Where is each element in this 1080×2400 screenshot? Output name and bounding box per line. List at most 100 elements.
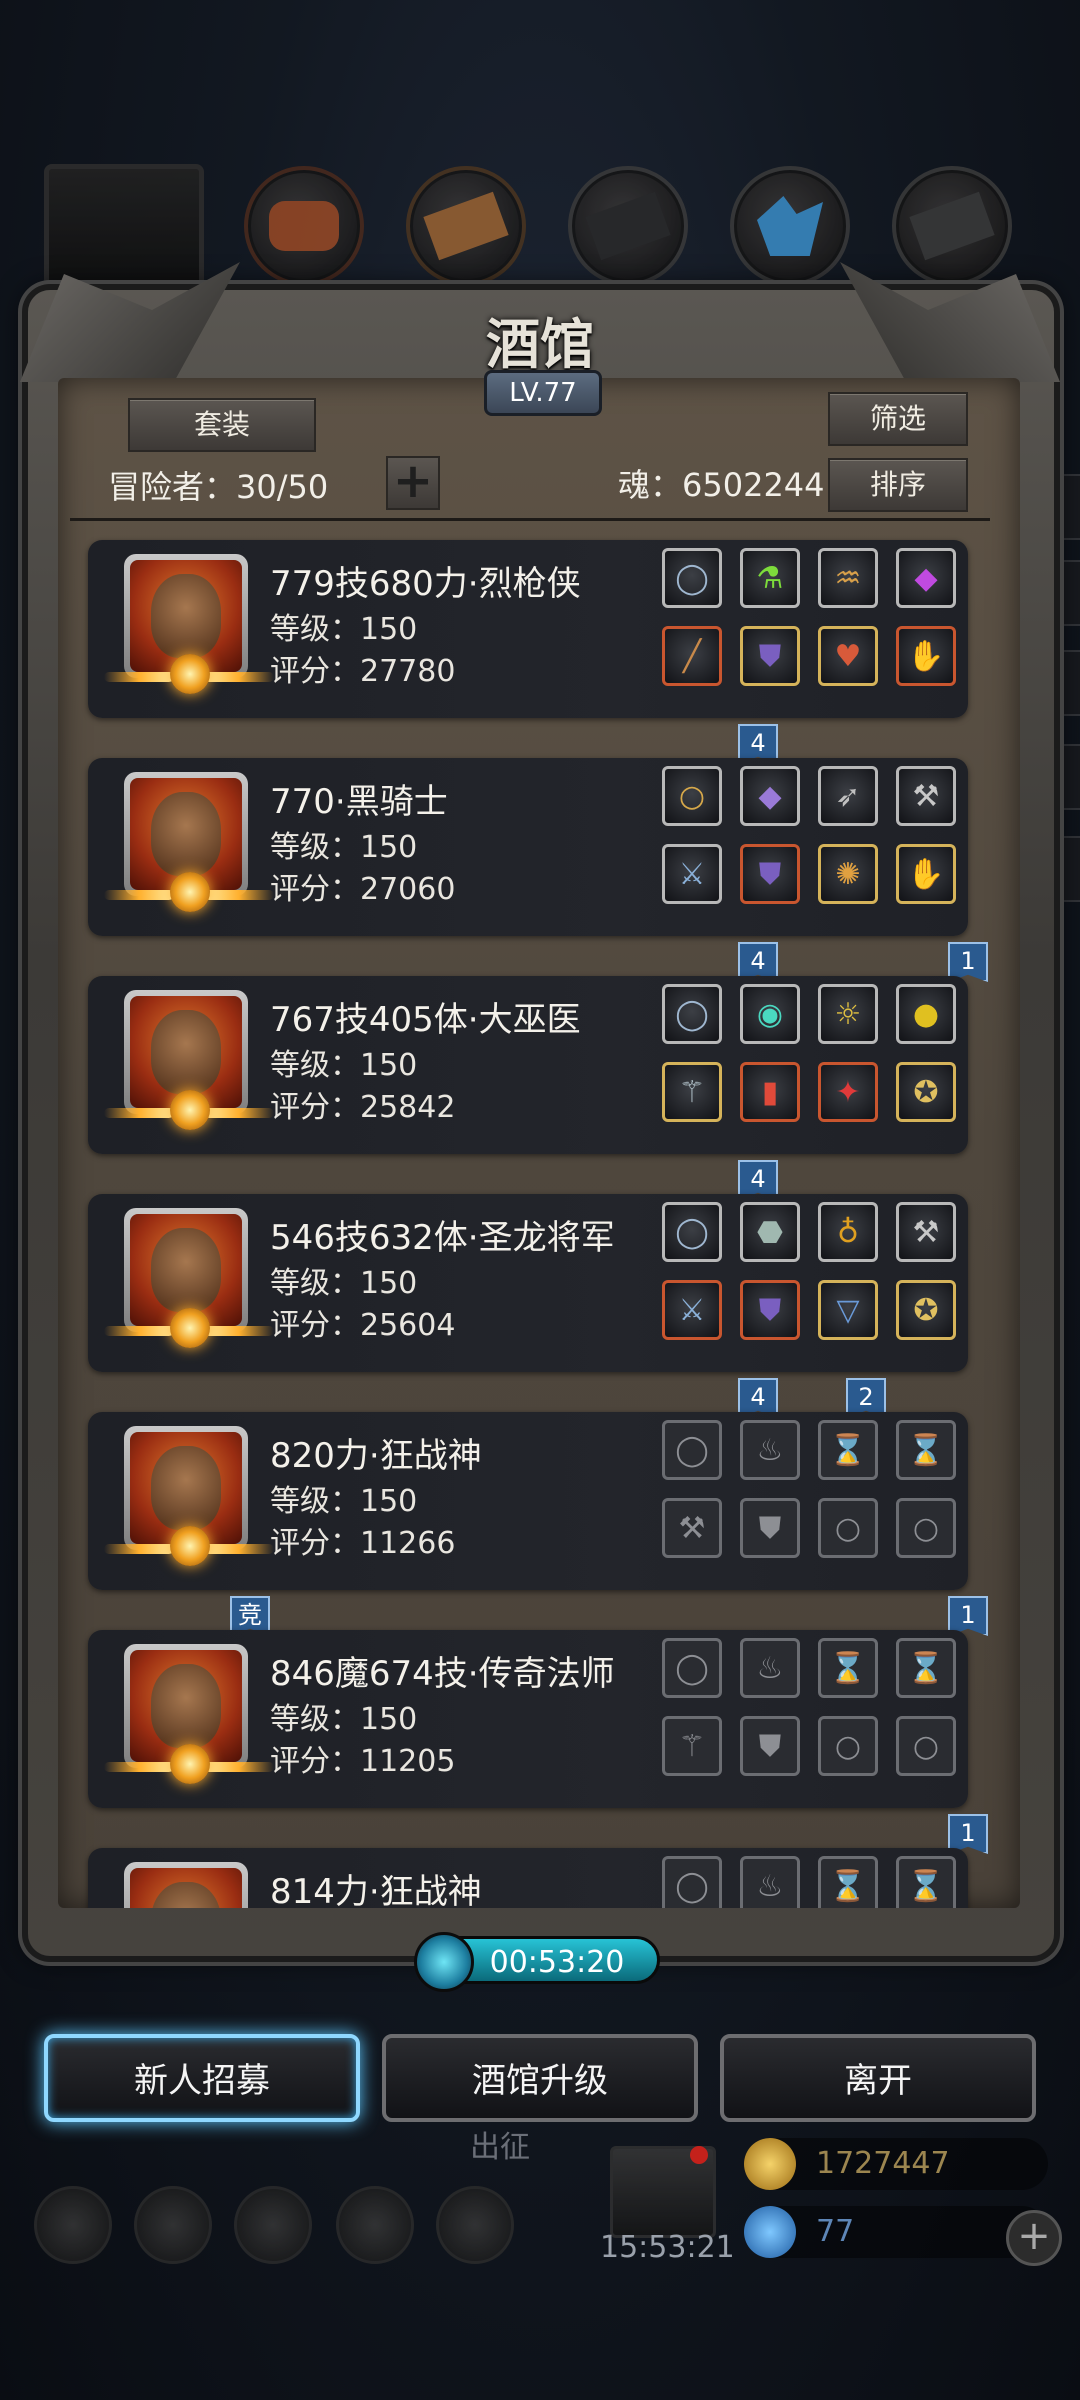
necklace-icon[interactable]: ◯ <box>662 1420 722 1480</box>
hero-card[interactable]: 770·黑骑士 等级：150 评分：27060 ○ ◆ ➶ ⚒ ⚔ ⛊ ✺ ✋ <box>88 758 968 936</box>
necklace-icon[interactable]: ◯ <box>662 984 722 1044</box>
hourglass-icon[interactable]: ⌛ <box>896 1420 956 1480</box>
armor-icon[interactable]: ⛊ <box>740 626 800 686</box>
steel-resource-icon <box>892 166 1012 286</box>
lantern-icon[interactable]: ☼ <box>818 984 878 1044</box>
armor-icon[interactable]: ⛊ <box>740 1498 800 1558</box>
hero-score: 评分：11205 <box>270 1744 456 1779</box>
hero-list[interactable]: 779技680力·烈枪侠 等级：150 评分：27780 ◯ ⚗ ♒ ◆ ╱ ⛊ ♥ ✋ 4 770·黑… <box>58 530 1020 1908</box>
ring-icon[interactable]: ○ <box>818 1498 878 1558</box>
settings-icon[interactable] <box>34 2186 112 2264</box>
hourglass-icon[interactable]: ⌛ <box>896 1638 956 1698</box>
crystal-icon[interactable]: ◆ <box>740 766 800 826</box>
flame-icon[interactable]: ♨ <box>740 1638 800 1698</box>
bell-icon[interactable]: ♁ <box>818 1202 878 1262</box>
staff-icon[interactable]: ⚚ <box>662 1062 722 1122</box>
hero-card[interactable]: 779技680力·烈枪侠 等级：150 评分：27780 ◯ ⚗ ♒ ◆ ╱ ⛊ ♥ ✋ <box>88 540 968 718</box>
hourglass-icon[interactable]: ⌛ <box>818 1856 878 1908</box>
robe-icon[interactable]: ▮ <box>740 1062 800 1122</box>
hourglass-icon[interactable]: ⌛ <box>896 1856 956 1908</box>
gauntlet-icon[interactable]: ✋ <box>896 844 956 904</box>
gauntlet-icon[interactable]: ✋ <box>896 626 956 686</box>
gem-icon[interactable]: ◆ <box>896 548 956 608</box>
potion-icon[interactable]: ⚗ <box>740 548 800 608</box>
add-gems-icon[interactable]: + <box>1006 2210 1062 2266</box>
ring-icon[interactable]: ○ <box>896 1498 956 1558</box>
sword-icon[interactable]: ⚔ <box>662 844 722 904</box>
flame-icon[interactable]: ♨ <box>740 1856 800 1908</box>
hero-card[interactable]: 820力·狂战神 等级：150 评分：11266 ◯ ♨ ⌛ ⌛ ⚒ ⛊ ○ ○ <box>88 1412 968 1590</box>
hero-card[interactable]: 546技632体·圣龙将军 等级：150 评分：25604 ◯ ⬣ ♁ ⚒ ⚔ ⛊ ▽ ✪ <box>88 1194 968 1372</box>
add-adventurer-button[interactable]: + <box>386 456 440 510</box>
sort-button[interactable]: 排序 <box>828 458 968 512</box>
leather-resource-icon <box>244 166 364 286</box>
dice-icon[interactable] <box>436 2186 514 2264</box>
hero-face <box>151 1228 221 1312</box>
hero-face <box>151 574 221 658</box>
ring-icon[interactable]: ○ <box>662 766 722 826</box>
rank-emblem-icon <box>104 1520 274 1580</box>
axe-icon[interactable]: ⚒ <box>896 1202 956 1262</box>
rank-emblem-icon <box>104 1084 274 1144</box>
hero-face <box>151 1446 221 1530</box>
axe-icon[interactable]: ⚒ <box>662 1498 722 1558</box>
hero-level: 等级：150 <box>270 1702 418 1737</box>
flame-icon[interactable]: ♨ <box>740 1420 800 1480</box>
codex-icon[interactable] <box>234 2186 312 2264</box>
hero-name: 814力·狂战神 <box>270 1872 482 1908</box>
ring-icon[interactable]: ○ <box>896 1716 956 1776</box>
leave-button[interactable]: 离开 <box>720 2034 1036 2122</box>
gem-row: 77 <box>744 2206 1048 2258</box>
hero-name: 779技680力·烈枪侠 <box>270 564 581 604</box>
bow-icon[interactable]: ➶ <box>818 766 878 826</box>
set-button[interactable]: 套装 <box>128 398 316 452</box>
stone-icon[interactable]: ⬣ <box>740 1202 800 1262</box>
hero-name: 820力·狂战神 <box>270 1436 482 1476</box>
apple-icon[interactable]: ● <box>896 984 956 1044</box>
hero-card[interactable]: 846魔674技·传奇法师 等级：150 评分：11205 ◯ ♨ ⌛ ⌛ ⚚ ⛊ ○ ○ <box>88 1630 968 1808</box>
axe-icon[interactable]: ⚒ <box>896 766 956 826</box>
filter-button[interactable]: 筛选 <box>828 392 968 446</box>
orb-icon[interactable]: ◉ <box>740 984 800 1044</box>
hero-card[interactable]: 814力·狂战神 ◯ ♨ ⌛ ⌛ <box>88 1848 968 1908</box>
hero-face <box>151 1010 221 1094</box>
necklace-icon[interactable]: ◯ <box>662 548 722 608</box>
hero-name: 770·黑骑士 <box>270 782 448 822</box>
necklace-icon[interactable]: ◯ <box>662 1638 722 1698</box>
staff-icon[interactable]: ⚚ <box>662 1716 722 1776</box>
soul-count: 魂：6502244 <box>618 466 825 504</box>
charm-icon[interactable]: ✺ <box>818 844 878 904</box>
hero-score: 评分：25604 <box>270 1308 456 1343</box>
ring-icon[interactable]: ○ <box>818 1716 878 1776</box>
equipment-slots: ◯ ⬣ ♁ ⚒ ⚔ ⛊ ▽ ✪ <box>662 1202 972 1362</box>
mail-icon[interactable] <box>336 2186 414 2264</box>
hero-portrait[interactable] <box>124 1862 248 1908</box>
hero-name: 767技405体·大巫医 <box>270 1000 581 1040</box>
achievement-icon[interactable] <box>134 2186 212 2264</box>
necklace-icon[interactable]: ◯ <box>662 1202 722 1262</box>
hero-card[interactable]: 767技405体·大巫医 等级：150 评分：25842 ◯ ◉ ☼ ● ⚚ ▮ ✦ ✪ <box>88 976 968 1154</box>
recruit-button[interactable]: 新人招募 <box>44 2034 360 2122</box>
hourglass-icon[interactable]: ⌛ <box>818 1638 878 1698</box>
armor-icon[interactable]: ⛊ <box>740 1280 800 1340</box>
hero-name: 546技632体·圣龙将军 <box>270 1218 615 1258</box>
gun-icon[interactable]: ╱ <box>662 626 722 686</box>
armor-icon[interactable]: ⛊ <box>740 844 800 904</box>
rank-emblem-icon <box>104 648 274 708</box>
equipment-slots: ◯ ♨ ⌛ ⌛ ⚚ ⛊ ○ ○ <box>662 1638 972 1798</box>
gold-coin-icon <box>744 2138 796 2190</box>
talisman-icon[interactable]: ✦ <box>818 1062 878 1122</box>
sword-icon[interactable]: ⚔ <box>662 1280 722 1340</box>
medal-icon[interactable]: ✪ <box>896 1062 956 1122</box>
necklace-icon[interactable]: ◯ <box>662 1856 722 1908</box>
adventurer-count: 冒险者：30/50 <box>108 468 329 506</box>
upgrade-tavern-button[interactable]: 酒馆升级 <box>382 2034 698 2122</box>
rank-emblem-icon <box>104 1738 274 1798</box>
medal-icon[interactable]: ✪ <box>896 1280 956 1340</box>
amulet-icon[interactable]: ♥ <box>818 626 878 686</box>
horn-icon[interactable]: ♒ <box>818 548 878 608</box>
wood-resource-icon <box>406 166 526 286</box>
armor-icon[interactable]: ⛊ <box>740 1716 800 1776</box>
hourglass-icon[interactable]: ⌛ <box>818 1420 878 1480</box>
pendant-icon[interactable]: ▽ <box>818 1280 878 1340</box>
